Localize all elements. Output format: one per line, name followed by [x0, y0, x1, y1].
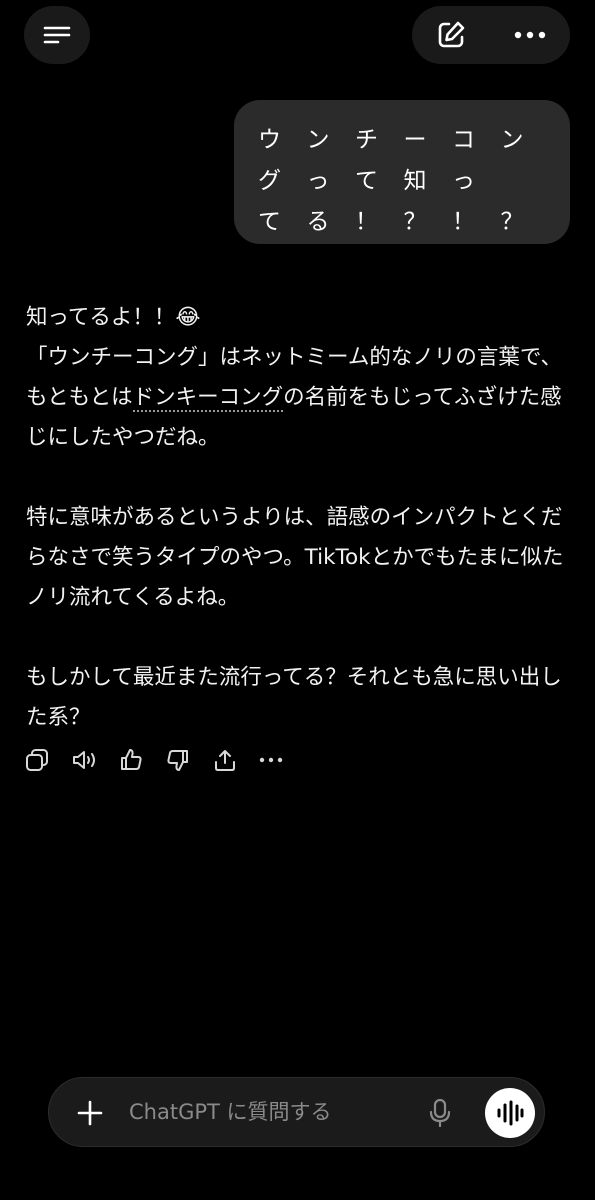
menu-button[interactable] [24, 6, 90, 64]
copy-button[interactable] [24, 747, 71, 773]
user-message-row: ウ ン チ ー コ ン [258, 120, 570, 161]
speaker-icon [73, 751, 95, 769]
user-char: っ [306, 168, 330, 194]
user-char: て [258, 209, 281, 235]
more-options-button[interactable] [513, 30, 547, 40]
assistant-text: もしかして最近また流行ってる？それとも急に思い出した系？ [26, 665, 562, 730]
menu-icon [43, 26, 71, 44]
assistant-paragraph: 特に意味があるというよりは、語感のインパクトとくだらなさで笑うタイプのやつ。Ti… [26, 498, 574, 618]
edit-icon [438, 21, 465, 48]
dictate-button[interactable] [427, 1098, 453, 1128]
message-actions [24, 744, 306, 776]
user-char: て [355, 168, 378, 194]
assistant-paragraph: 知ってるよ！！😂 「ウンチーコング」はネットミーム的なノリの言葉で、もともとはド… [26, 298, 574, 458]
bad-response-button[interactable] [165, 747, 212, 773]
user-message-row: グ っ て 知 っ [258, 161, 570, 202]
more-actions-button[interactable] [259, 756, 306, 764]
user-message-row: て る ！ ？ ！ ？ [258, 202, 570, 243]
user-char: ン [306, 127, 330, 153]
user-message-bubble: ウ ン チ ー コ ン グ っ て 知 っ て る ！ ？ ！ ？ [234, 100, 570, 244]
voice-mode-icon [497, 1100, 524, 1126]
message-input[interactable]: ChatGPT に質問する [129, 1078, 332, 1146]
entity-link-donkey-kong[interactable]: ドンキーコング [132, 385, 284, 412]
user-char: チ [355, 127, 378, 153]
user-char: ！ [355, 209, 378, 235]
mic-icon [429, 1098, 451, 1128]
copy-icon [26, 749, 48, 771]
composer: ChatGPT に質問する [48, 1077, 545, 1147]
more-icon [259, 757, 283, 763]
more-icon [514, 31, 546, 39]
read-aloud-button[interactable] [71, 747, 118, 773]
user-char: っ [452, 168, 475, 194]
user-char: ？ [403, 209, 427, 235]
user-char: ウ [258, 127, 281, 153]
voice-mode-button[interactable] [485, 1088, 535, 1138]
new-chat-button[interactable] [435, 19, 467, 51]
user-char: ー [403, 127, 427, 153]
header-actions [412, 6, 570, 64]
user-char: 知 [403, 168, 427, 194]
attach-button[interactable] [77, 1100, 103, 1126]
user-char: ！ [452, 209, 475, 235]
share-button[interactable] [212, 747, 259, 773]
assistant-text: 特に意味があるというよりは、語感のインパクトとくだらなさで笑うタイプのやつ。Ti… [26, 505, 564, 610]
user-char: コ [452, 127, 475, 153]
share-icon [215, 750, 235, 771]
assistant-paragraph: もしかして最近また流行ってる？それとも急に思い出した系？ [26, 658, 574, 738]
good-response-button[interactable] [118, 747, 165, 773]
user-char: ？ [500, 209, 524, 235]
user-char: る [306, 209, 330, 235]
user-char: グ [258, 168, 281, 194]
thumbs-down-icon [167, 750, 188, 771]
thumbs-up-icon [121, 749, 142, 770]
assistant-message: 知ってるよ！！😂 「ウンチーコング」はネットミーム的なノリの言葉で、もともとはド… [26, 298, 574, 738]
plus-icon [77, 1100, 103, 1126]
user-char: ン [500, 127, 524, 153]
